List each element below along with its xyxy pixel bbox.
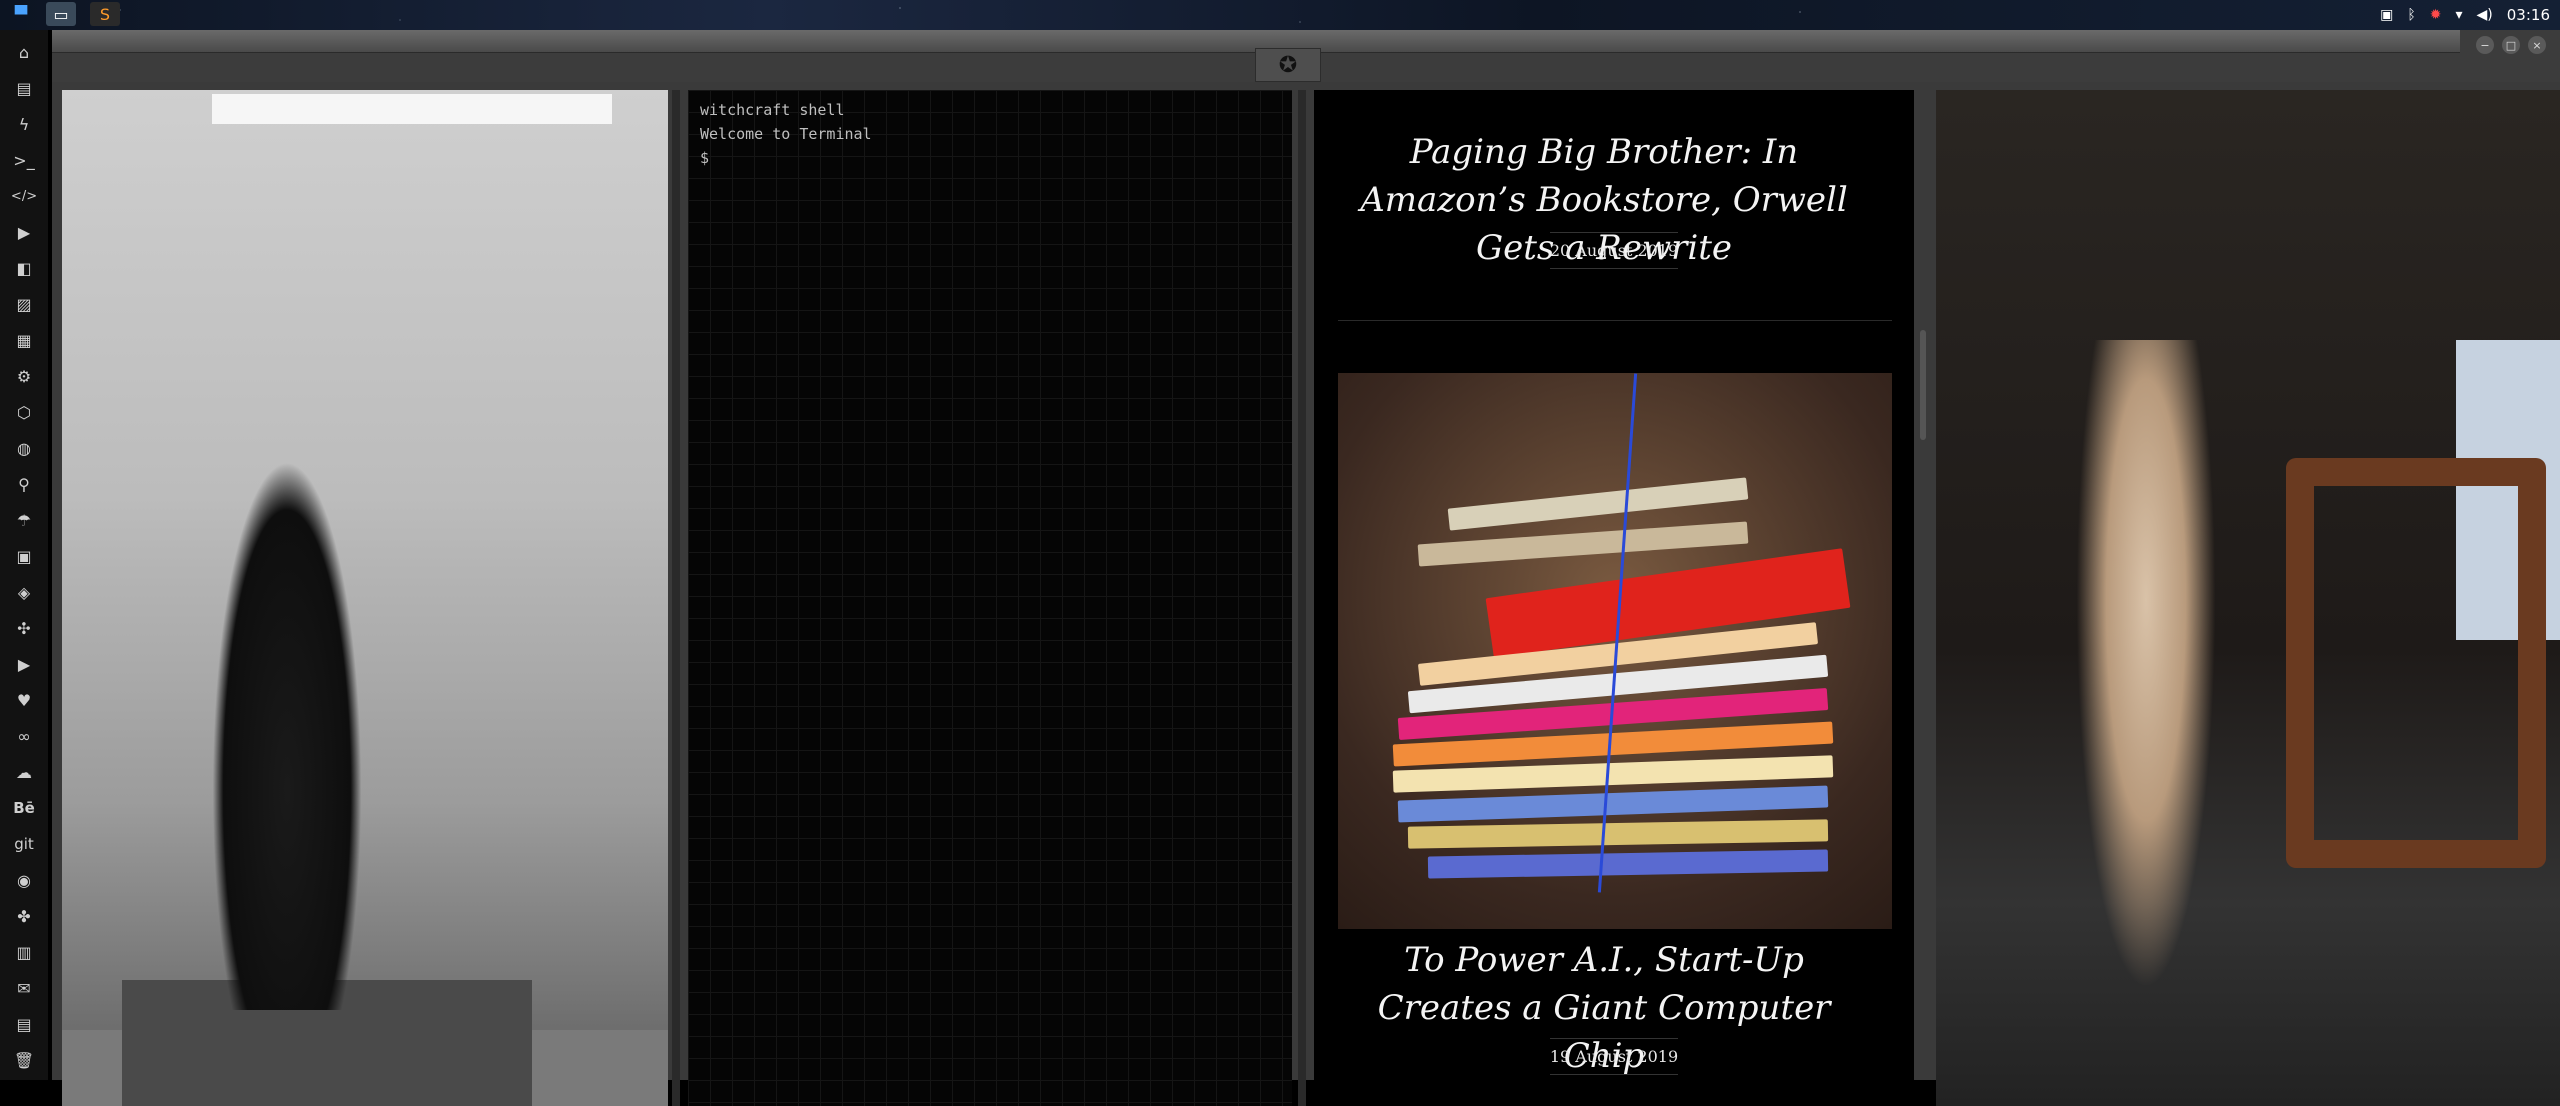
model-figure xyxy=(2076,340,2216,990)
trash-icon[interactable]: 🗑 xyxy=(12,1048,36,1072)
settings-icon[interactable]: ⚙ xyxy=(12,364,36,388)
folder-icon[interactable]: ▀ xyxy=(6,2,36,26)
bolt-icon[interactable]: ϟ xyxy=(12,112,36,136)
photo-panel-color xyxy=(1936,90,2560,1106)
document-icon[interactable]: ▤ xyxy=(12,76,36,100)
maximize-button[interactable]: □ xyxy=(2502,36,2520,54)
studio-light xyxy=(212,94,612,124)
volume-icon[interactable]: ◀) xyxy=(2477,7,2493,23)
system-tray: ▣ ᛒ ✹ ▾ ◀) 03:16 xyxy=(2380,0,2550,30)
clock[interactable]: 03:16 xyxy=(2507,6,2550,24)
hex-icon[interactable]: ⬡ xyxy=(12,400,36,424)
article-date: 19 August 2019 xyxy=(1314,1038,1914,1075)
shapes-icon[interactable]: ◈ xyxy=(12,580,36,604)
terminal-output[interactable]: witchcraft shell Welcome to Terminal $ xyxy=(700,98,872,170)
column-divider[interactable] xyxy=(672,90,680,1106)
terminal-icon[interactable]: >_ xyxy=(12,148,36,172)
cloud-icon[interactable]: ☁ xyxy=(12,760,36,784)
youtube-icon[interactable]: ▶ xyxy=(12,652,36,676)
image-icon[interactable]: ▨ xyxy=(12,292,36,316)
play-icon[interactable]: ▶ xyxy=(12,220,36,244)
bug-icon[interactable]: ✹ xyxy=(2430,7,2442,23)
terminal-panel[interactable]: witchcraft shell Welcome to Terminal $ xyxy=(688,90,1292,1106)
news-panel[interactable]: Paging Big Brother: In Amazon’s Bookstor… xyxy=(1314,90,1914,1106)
wifi-icon[interactable]: ▾ xyxy=(2456,7,2463,23)
window-icon[interactable]: ▭ xyxy=(46,2,76,26)
server-icon[interactable]: ▤ xyxy=(12,1012,36,1036)
app-window: ✪ − □ × witchcraft shell Welcome to Term… xyxy=(52,30,2560,1106)
article-divider xyxy=(1338,320,1892,321)
umbrella-icon[interactable]: ☂ xyxy=(12,508,36,532)
article-date-text: 20 August 2019 xyxy=(1549,232,1679,269)
news-icon[interactable]: ▦ xyxy=(12,328,36,352)
bluetooth-icon[interactable]: ᛒ xyxy=(2407,7,2415,23)
rebel-logo-icon[interactable]: ✪ xyxy=(1255,48,1321,82)
github-icon[interactable]: ◉ xyxy=(12,868,36,892)
heart-icon[interactable]: ♥ xyxy=(12,688,36,712)
infinity-icon[interactable]: ∞ xyxy=(12,724,36,748)
media-icon[interactable]: ◧ xyxy=(12,256,36,280)
photo-panel-bw xyxy=(62,90,668,1106)
terminal-line: witchcraft shell xyxy=(700,101,845,119)
contact-icon[interactable]: ▣ xyxy=(12,544,36,568)
puzzle-icon[interactable]: ✤ xyxy=(12,904,36,928)
search-icon[interactable]: ⚲ xyxy=(12,472,36,496)
terminal-prompt[interactable]: $ xyxy=(700,149,709,167)
terminal-line: Welcome to Terminal xyxy=(700,125,872,143)
title-bar[interactable]: ✪ − □ × xyxy=(52,30,2560,82)
article-date-text: 19 August 2019 xyxy=(1549,1038,1679,1075)
marquee-five-sign xyxy=(2286,458,2546,868)
column-divider[interactable] xyxy=(1298,90,1306,1106)
expand-icon[interactable]: ✣ xyxy=(12,616,36,640)
mail-icon[interactable]: ✉ xyxy=(12,976,36,1000)
screenshot-icon[interactable]: ▣ xyxy=(2380,7,2393,23)
behance-icon[interactable]: Bē xyxy=(12,796,36,820)
close-button[interactable]: × xyxy=(2528,36,2546,54)
article-image[interactable] xyxy=(1338,373,1892,929)
portrait-figure xyxy=(212,460,362,1010)
globe-icon[interactable]: ◍ xyxy=(12,436,36,460)
sublime-icon[interactable]: S xyxy=(90,2,120,26)
news-scrollbar[interactable] xyxy=(1920,330,1926,440)
code-icon[interactable]: </> xyxy=(11,184,37,208)
article-date: 20 August 2019 xyxy=(1314,232,1914,269)
git-icon[interactable]: git xyxy=(12,832,36,856)
dock: ⌂ ▤ ϟ >_ </> ▶ ◧ ▨ ▦ ⚙ ⬡ ◍ ⚲ ☂ ▣ ◈ ✣ ▶ ♥… xyxy=(0,30,48,1080)
map-icon[interactable]: ▥ xyxy=(12,940,36,964)
home-icon[interactable]: ⌂ xyxy=(12,40,36,64)
minimize-button[interactable]: − xyxy=(2476,36,2494,54)
top-bar: ▀ ▭ S ▣ ᛒ ✹ ▾ ◀) 03:16 xyxy=(0,0,2560,30)
